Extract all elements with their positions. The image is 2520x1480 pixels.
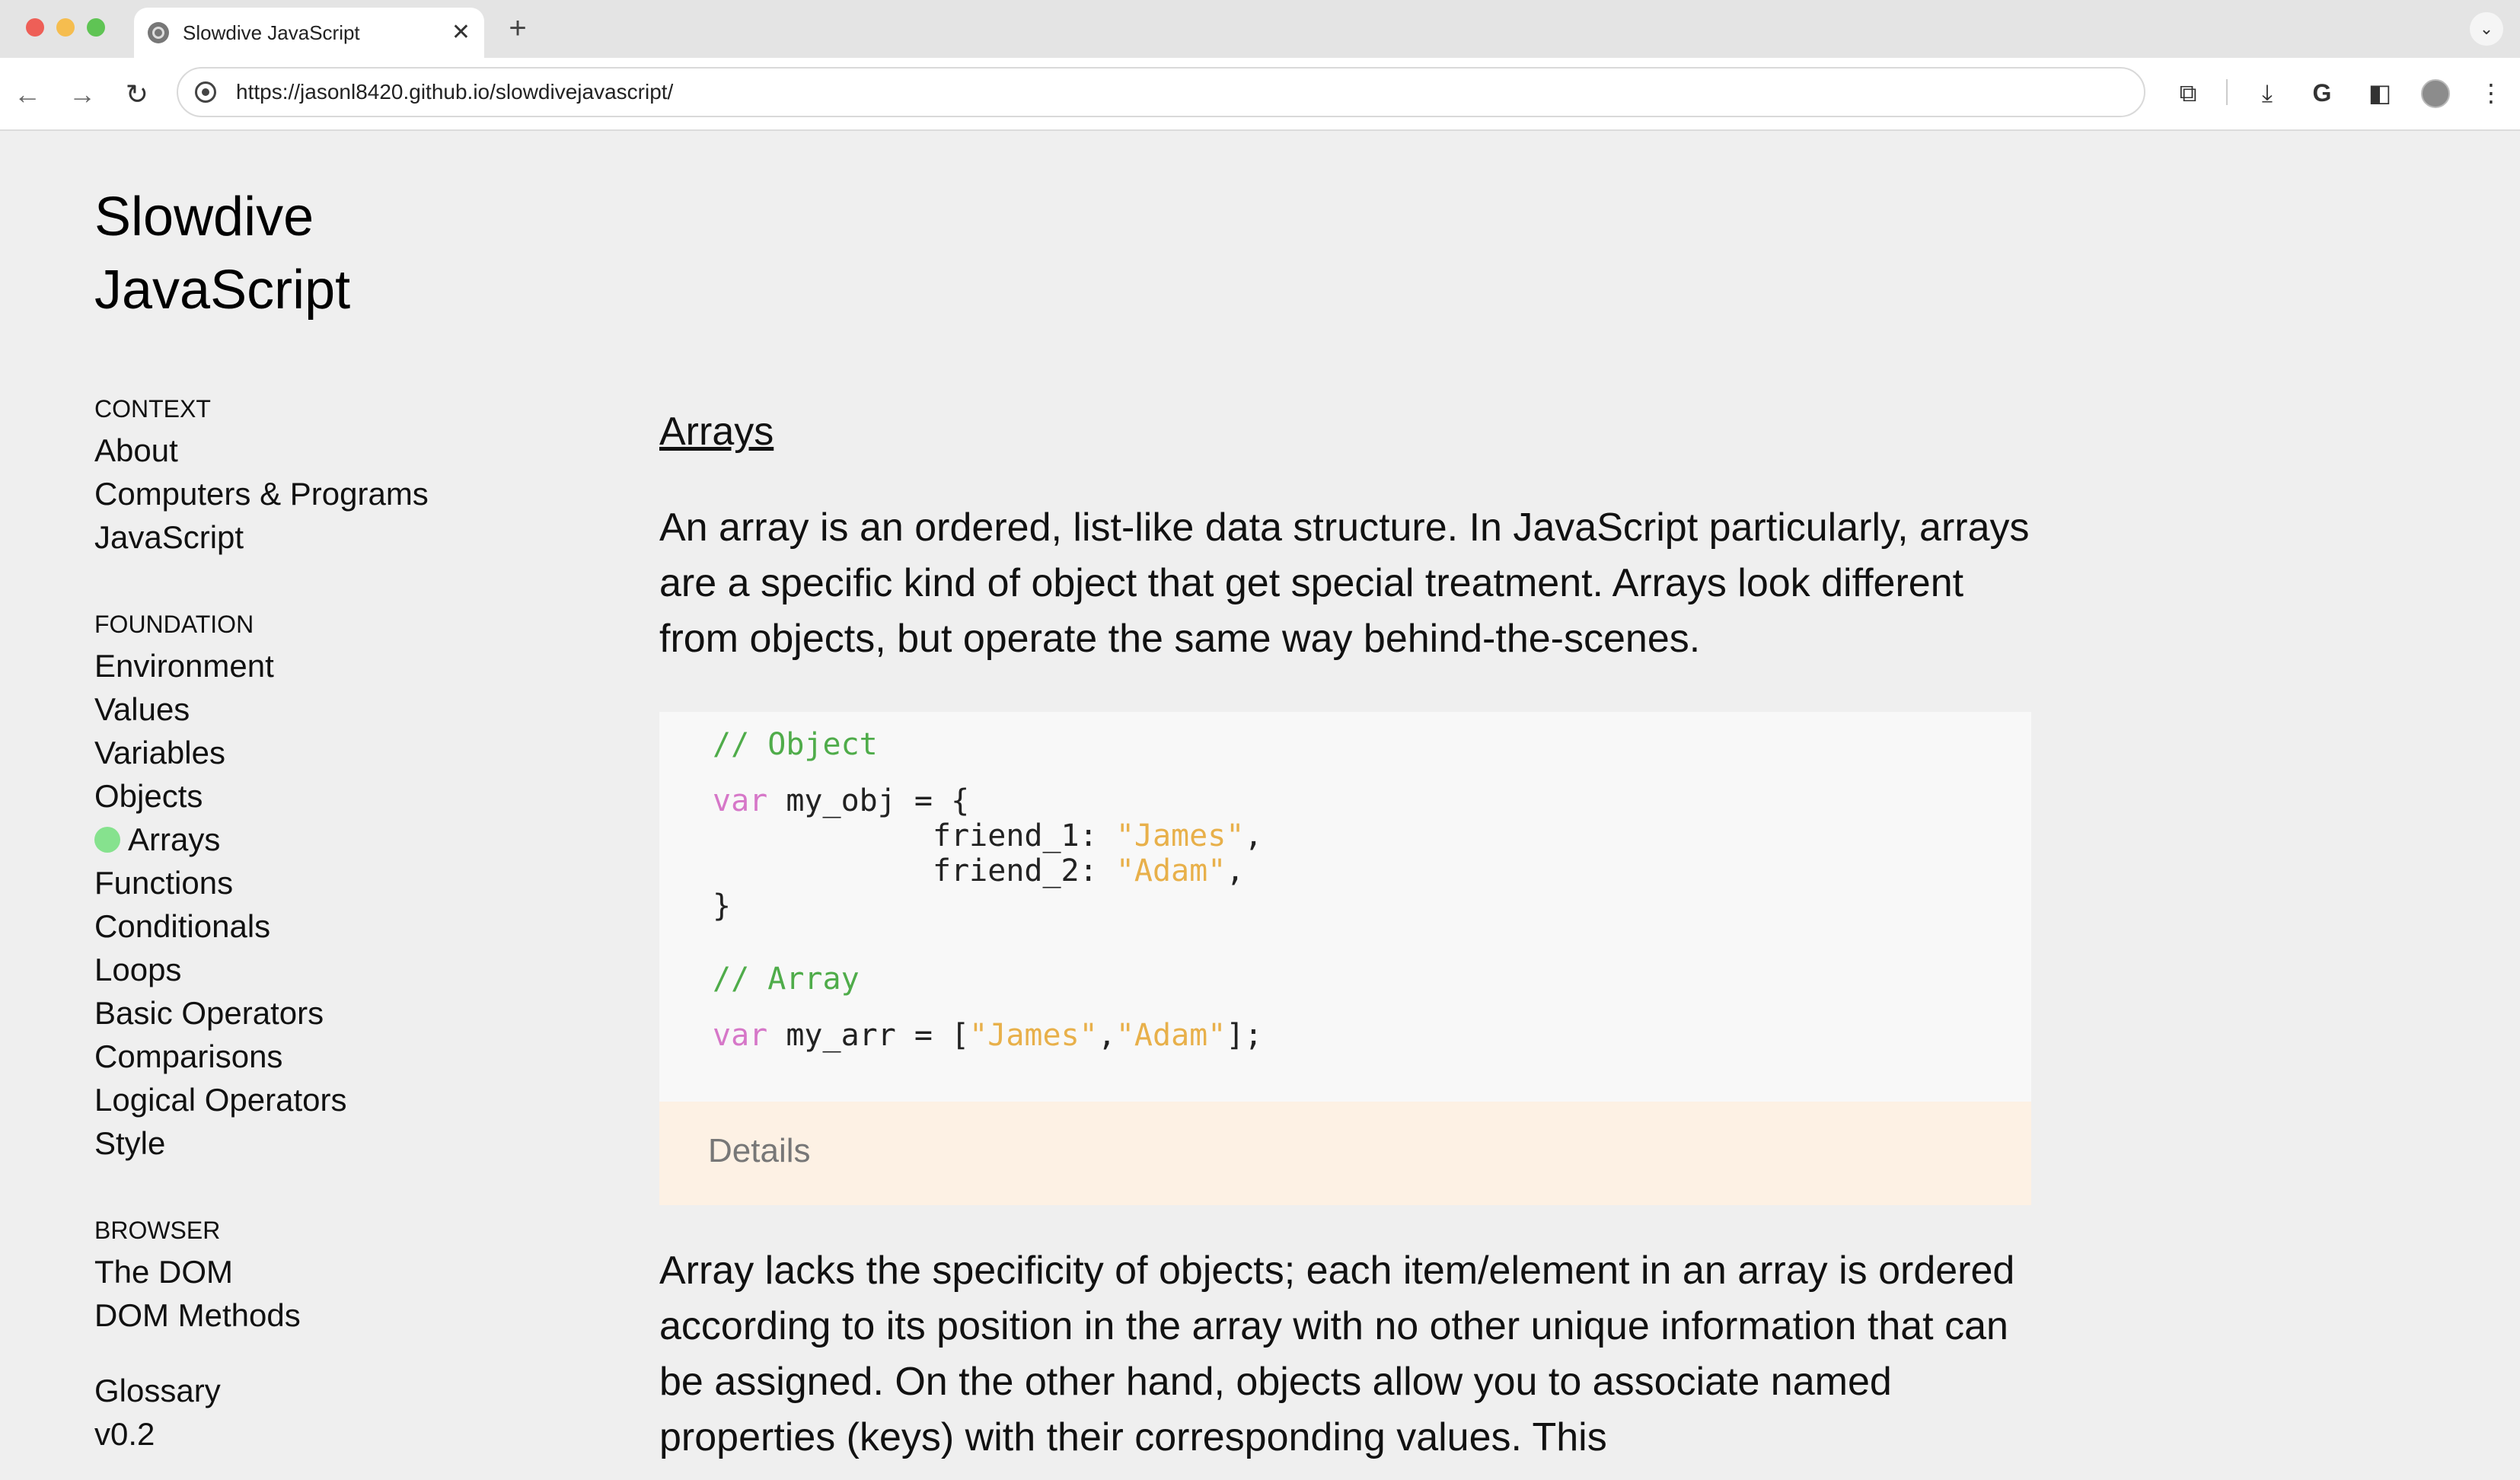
nav-item-javascript[interactable]: JavaScript xyxy=(94,515,582,559)
article-intro: An array is an ordered, list-like data s… xyxy=(659,506,2030,661)
toolbar-divider xyxy=(2226,79,2228,105)
nav-item-the-dom[interactable]: The DOM xyxy=(94,1250,582,1293)
url-text[interactable]: https://jasonl8420.github.io/slowdivejav… xyxy=(236,80,673,104)
tab-search-chevron-icon[interactable]: ⌄ xyxy=(2470,12,2503,46)
details-label[interactable]: Details xyxy=(708,1132,811,1170)
nav-item-glossary[interactable]: Glossary xyxy=(94,1369,582,1412)
article-body: Array lacks the specificity of objects; … xyxy=(659,1249,2015,1459)
site-info-icon[interactable] xyxy=(195,81,216,103)
browser-tab-active[interactable]: Slowdive JavaScript ✕ xyxy=(134,8,484,58)
nav-heading-context: CONTEXT xyxy=(94,395,211,423)
nav-item-loops[interactable]: Loops xyxy=(94,948,582,991)
nav-item-conditionals[interactable]: Conditionals xyxy=(94,904,582,948)
active-indicator-dot-icon xyxy=(94,826,120,853)
nav-item-computers-programs[interactable]: Computers & Programs xyxy=(94,472,582,515)
version-label[interactable]: v0.2 xyxy=(94,1412,582,1456)
nav-heading-browser: BROWSER xyxy=(94,1217,221,1244)
address-bar[interactable]: https://jasonl8420.github.io/slowdivejav… xyxy=(177,67,2145,117)
site-title[interactable]: Slowdive JavaScript xyxy=(94,180,551,327)
code-content: // Object var my_obj = { friend_1: "Jame… xyxy=(713,727,1263,1053)
nav-item-values[interactable]: Values xyxy=(94,687,582,731)
tab-title: Slowdive JavaScript xyxy=(183,21,360,44)
forward-arrow-icon[interactable]: → xyxy=(65,78,99,111)
nav-item-functions[interactable]: Functions xyxy=(94,861,582,904)
back-arrow-icon[interactable]: ← xyxy=(11,78,44,111)
new-tab-button[interactable]: + xyxy=(502,11,533,46)
tab-bar: Slowdive JavaScript ✕ + ⌄ xyxy=(0,0,2520,58)
more-vert-icon[interactable]: ⋮ xyxy=(2474,76,2508,110)
profile-avatar[interactable] xyxy=(2421,79,2450,108)
google-icon[interactable]: G xyxy=(2305,76,2339,110)
site-title-line-1: Slowdive xyxy=(94,187,314,247)
download-icon[interactable]: ⤓ xyxy=(2250,76,2284,110)
globe-icon xyxy=(148,22,169,43)
nav-item-arrays-label: Arrays xyxy=(128,821,221,857)
site-title-line-2: JavaScript xyxy=(94,260,351,321)
window-minimize-button[interactable] xyxy=(56,18,75,37)
nav-item-style[interactable]: Style xyxy=(94,1121,582,1165)
browser-toolbar: ← → ↻ https://jasonl8420.github.io/slowd… xyxy=(0,58,2520,131)
nav-item-objects[interactable]: Objects xyxy=(94,774,582,818)
window-close-button[interactable] xyxy=(26,18,44,37)
nav-item-arrays[interactable]: Arrays xyxy=(94,818,582,861)
nav-item-variables[interactable]: Variables xyxy=(94,731,582,774)
nav-item-about[interactable]: About xyxy=(94,429,582,472)
sidebar-nav: CONTEXT About Computers & Programs JavaS… xyxy=(94,389,582,1456)
nav-item-environment[interactable]: Environment xyxy=(94,644,582,687)
nav-item-comparisons[interactable]: Comparisons xyxy=(94,1035,582,1078)
page: Slowdive JavaScript CONTEXT About Comput… xyxy=(0,130,2520,1480)
puzzle-extensions-icon[interactable]: ⧉ xyxy=(2171,76,2205,110)
code-block: // Object var my_obj = { friend_1: "Jame… xyxy=(659,712,2031,1102)
side-panel-icon[interactable]: ◧ xyxy=(2363,76,2397,110)
reload-icon[interactable]: ↻ xyxy=(120,78,154,111)
window-maximize-button[interactable] xyxy=(87,18,105,37)
details-toggle[interactable]: Details xyxy=(659,1102,2031,1205)
nav-item-dom-methods[interactable]: DOM Methods xyxy=(94,1293,582,1337)
nav-item-basic-operators[interactable]: Basic Operators xyxy=(94,991,582,1035)
nav-heading-foundation: FOUNDATION xyxy=(94,611,254,638)
tab-close-icon[interactable]: ✕ xyxy=(451,21,471,44)
nav-item-logical-operators[interactable]: Logical Operators xyxy=(94,1078,582,1121)
article-title[interactable]: Arrays xyxy=(659,409,774,455)
